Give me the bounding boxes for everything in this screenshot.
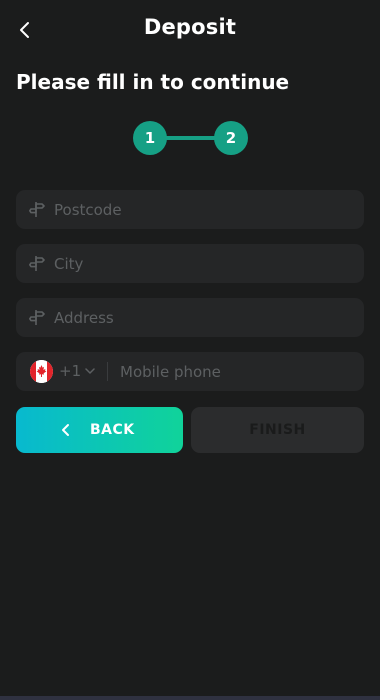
chevron-down-icon[interactable] <box>85 367 95 375</box>
mobile-phone-field[interactable]: +1 <box>16 352 364 391</box>
chevron-left-icon <box>62 424 69 436</box>
step-indicator: 1 2 <box>133 121 249 155</box>
back-button-label: BACK <box>90 422 135 438</box>
country-code[interactable]: +1 <box>59 352 81 391</box>
signpost-icon <box>29 256 45 271</box>
page-title: Deposit <box>143 15 237 39</box>
address-input[interactable] <box>54 298 354 337</box>
phone-divider <box>107 362 108 381</box>
city-input[interactable] <box>54 244 354 283</box>
form-subtitle: Please fill in to continue <box>16 70 290 94</box>
header: Deposit <box>0 0 380 60</box>
back-button-content: BACK <box>16 407 183 453</box>
postcode-input[interactable] <box>54 190 354 229</box>
canada-flag-icon[interactable] <box>30 360 53 383</box>
finish-button[interactable]: FINISH <box>191 407 364 453</box>
bottom-edge <box>0 696 380 700</box>
address-field[interactable] <box>16 298 364 337</box>
step-1: 1 <box>133 121 167 155</box>
postcode-field[interactable] <box>16 190 364 229</box>
step-2: 2 <box>214 121 248 155</box>
signpost-icon <box>29 310 45 325</box>
signpost-icon <box>29 202 45 217</box>
mobile-phone-input[interactable] <box>120 352 355 391</box>
city-field[interactable] <box>16 244 364 283</box>
back-button[interactable]: BACK <box>16 407 183 453</box>
step-connector <box>165 136 216 140</box>
